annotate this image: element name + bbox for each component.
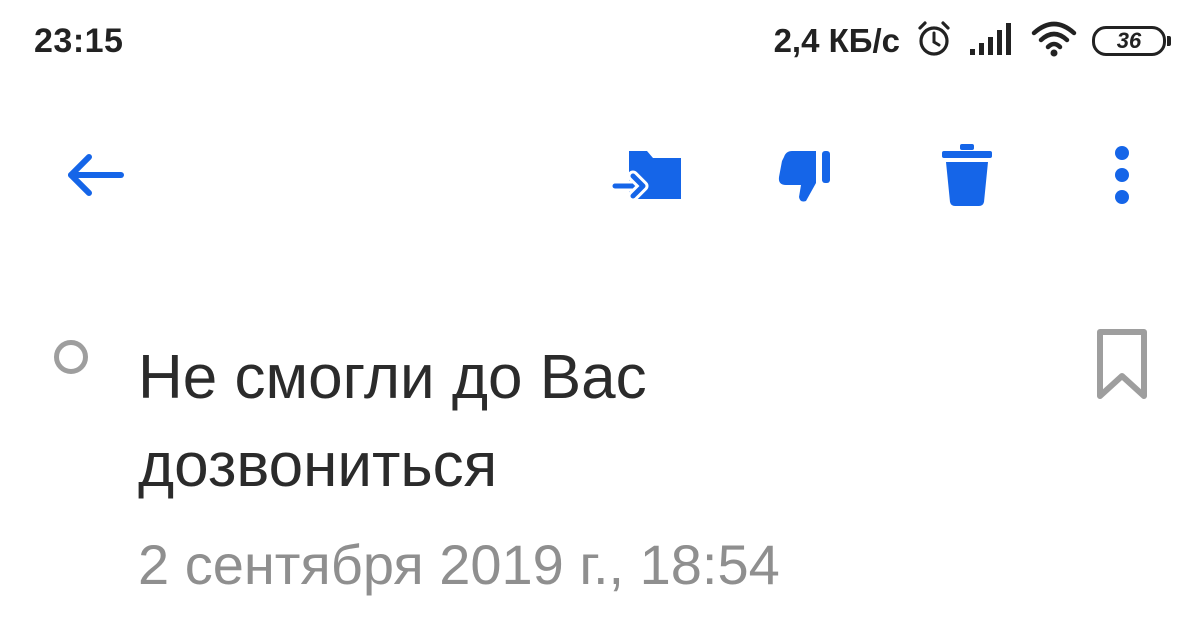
message-date: 2 сентября 2019 г., 18:54 — [138, 533, 780, 596]
alarm-icon — [914, 19, 954, 64]
signal-icon — [968, 21, 1016, 62]
delete-button[interactable] — [922, 132, 1012, 222]
trash-icon — [937, 142, 997, 213]
bookmark-icon — [1092, 329, 1152, 408]
more-vertical-icon — [1112, 143, 1132, 212]
wifi-icon — [1030, 21, 1078, 62]
message-toolbar — [0, 120, 1200, 240]
status-time: 23:15 — [34, 22, 124, 60]
spam-button[interactable] — [761, 132, 851, 222]
back-button[interactable] — [50, 132, 140, 222]
status-indicators: 2,4 КБ/с 36 — [773, 18, 1171, 64]
message-subject: Не смогли до Вас дозвониться — [138, 343, 647, 500]
move-to-folder-icon — [609, 143, 685, 212]
battery-icon: 36 — [1092, 26, 1171, 56]
bookmark-button[interactable] — [1092, 324, 1152, 404]
status-bar: 23:15 2,4 КБ/с 36 — [0, 0, 1200, 90]
spam-thumbs-down-icon — [774, 143, 838, 212]
back-arrow-icon — [63, 149, 127, 206]
mark-unread-toggle[interactable] — [54, 340, 88, 374]
move-to-folder-button[interactable] — [603, 132, 693, 222]
network-speed: 2,4 КБ/с — [773, 22, 900, 59]
more-options-button[interactable] — [1077, 132, 1167, 222]
